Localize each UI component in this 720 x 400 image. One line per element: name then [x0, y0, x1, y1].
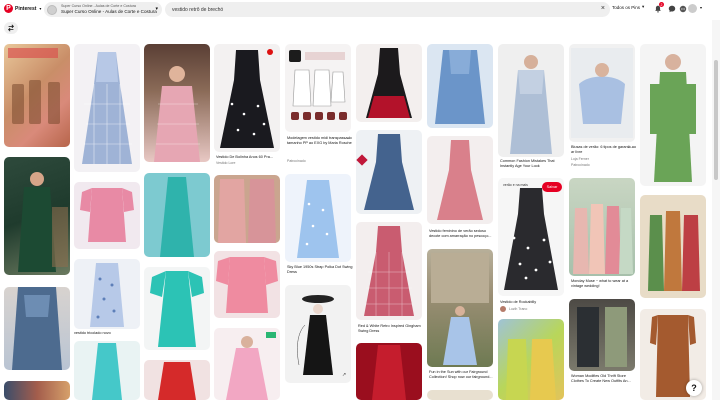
messages-icon[interactable]: [678, 4, 687, 13]
pin-image[interactable]: [74, 259, 140, 329]
notification-badge: 2: [659, 2, 664, 7]
pin-image[interactable]: [640, 195, 706, 298]
pin-title: Red & White Retro Inspired Gingham Swing…: [358, 324, 421, 333]
pin-image[interactable]: [569, 178, 635, 276]
board-title: Super Curso Online - Aulas de Corte e Co…: [61, 8, 157, 14]
pin-image[interactable]: [285, 44, 351, 132]
pin-subtitle: Vestido Lore: [216, 161, 236, 165]
pin-title: Woman Modifies Old Thrift Store Clothes …: [571, 374, 631, 383]
chevron-down-icon[interactable]: ▾: [155, 6, 158, 12]
pin-image[interactable]: [356, 44, 422, 122]
pin-image[interactable]: [356, 130, 422, 214]
filter-label: Todos os Pins: [612, 4, 641, 10]
pin-image[interactable]: [498, 44, 564, 157]
more-options-icon[interactable]: ⋯: [628, 145, 633, 151]
organize-button[interactable]: [4, 22, 18, 34]
chevron-down-icon: ▾: [642, 4, 645, 9]
pin-image[interactable]: [144, 360, 210, 400]
chevron-down-icon[interactable]: ▾: [39, 6, 41, 11]
pin-subtitle: Loja Ferner: [571, 157, 589, 161]
pin-subtitle: Luzih Trano: [509, 307, 528, 311]
sort-arrows-icon: [8, 24, 14, 32]
more-options-icon[interactable]: ⋯: [345, 136, 350, 142]
pin-image[interactable]: [74, 182, 140, 249]
avatar: [500, 306, 506, 312]
pin-title: Monday Muse ~ what to wear at a vintage …: [571, 279, 629, 288]
pin-title: vestido tricolado novo: [74, 331, 111, 335]
pinterest-wordmark: Pinterest: [15, 5, 37, 12]
pin-image[interactable]: [427, 390, 493, 400]
top-navigation-bar: P Pinterest ▾ Super Curso Online - Aulas…: [0, 0, 720, 19]
pin-image[interactable]: [640, 44, 706, 186]
board-selector[interactable]: Super Curso Online - Aulas de Corte e Co…: [44, 2, 162, 17]
avatar[interactable]: [688, 4, 697, 13]
pin-image[interactable]: [214, 251, 280, 318]
pin-title: Vestido feminino de verão sedoso decote …: [429, 229, 492, 238]
search-input[interactable]: vestido retrô de brechó: [172, 7, 223, 13]
pin-image[interactable]: [4, 157, 70, 275]
pin-image[interactable]: [4, 381, 70, 400]
expand-icon[interactable]: ↗: [342, 372, 346, 378]
pin-image[interactable]: [285, 285, 351, 383]
pin-image[interactable]: [356, 343, 422, 400]
pin-sponsored: Patrocinado: [571, 163, 590, 167]
pin-image[interactable]: [427, 44, 493, 128]
pin-image[interactable]: [569, 299, 635, 371]
pin-image[interactable]: [74, 341, 140, 400]
scrollbar[interactable]: [712, 20, 720, 400]
close-icon[interactable]: ×: [601, 5, 605, 12]
scrollbar-thumb[interactable]: [714, 60, 718, 180]
search-bar[interactable]: vestido retrô de brechó ×: [165, 2, 610, 17]
pin-image[interactable]: [144, 44, 210, 162]
pin-title: Modelagem vestido midi transpassado tama…: [287, 136, 352, 145]
pin-image[interactable]: [214, 175, 280, 243]
pin-title: Sky Blue 1950s Strap Polka Dot Swing Dre…: [287, 265, 353, 274]
pin-image[interactable]: [4, 44, 70, 147]
pin-subtitle: Patrocinado: [287, 159, 306, 163]
pin-image[interactable]: [427, 136, 493, 224]
chevron-down-icon[interactable]: ▾: [700, 5, 702, 10]
pin-image[interactable]: [427, 249, 493, 367]
pin-title: Vestido De Bolinha Anos 60 Pra...: [216, 155, 273, 159]
pin-image[interactable]: [285, 174, 351, 262]
pin-image[interactable]: [214, 328, 280, 400]
chat-icon[interactable]: [667, 4, 676, 13]
pinterest-logo[interactable]: P Pinterest ▾: [4, 4, 41, 13]
pin-image[interactable]: [74, 44, 140, 172]
pin-image[interactable]: [144, 173, 210, 257]
pin-image[interactable]: [498, 319, 564, 400]
pin-image[interactable]: [569, 44, 635, 142]
pin-image[interactable]: [144, 267, 210, 350]
board-thumbnail: [47, 4, 57, 15]
pin-title: Common Fashion Mistakes That Instantly A…: [500, 159, 555, 168]
pin-image[interactable]: [4, 287, 70, 370]
save-button[interactable]: Salvar: [542, 182, 562, 192]
pin-image[interactable]: [214, 44, 280, 152]
pin-title: Fun in the Sun with our Fairground Colle…: [429, 370, 493, 379]
pinterest-logo-icon: P: [4, 4, 13, 13]
pin-image[interactable]: [356, 222, 422, 320]
pin-title: Vestido de Rockabilly: [500, 300, 537, 304]
filter-dropdown[interactable]: Todos os Pins ▾: [612, 4, 644, 10]
help-button[interactable]: ?: [686, 380, 702, 396]
board-subtitle: Super Curso Online - Aulas de Corte e Co…: [61, 3, 136, 8]
pin-image[interactable]: [498, 178, 564, 296]
